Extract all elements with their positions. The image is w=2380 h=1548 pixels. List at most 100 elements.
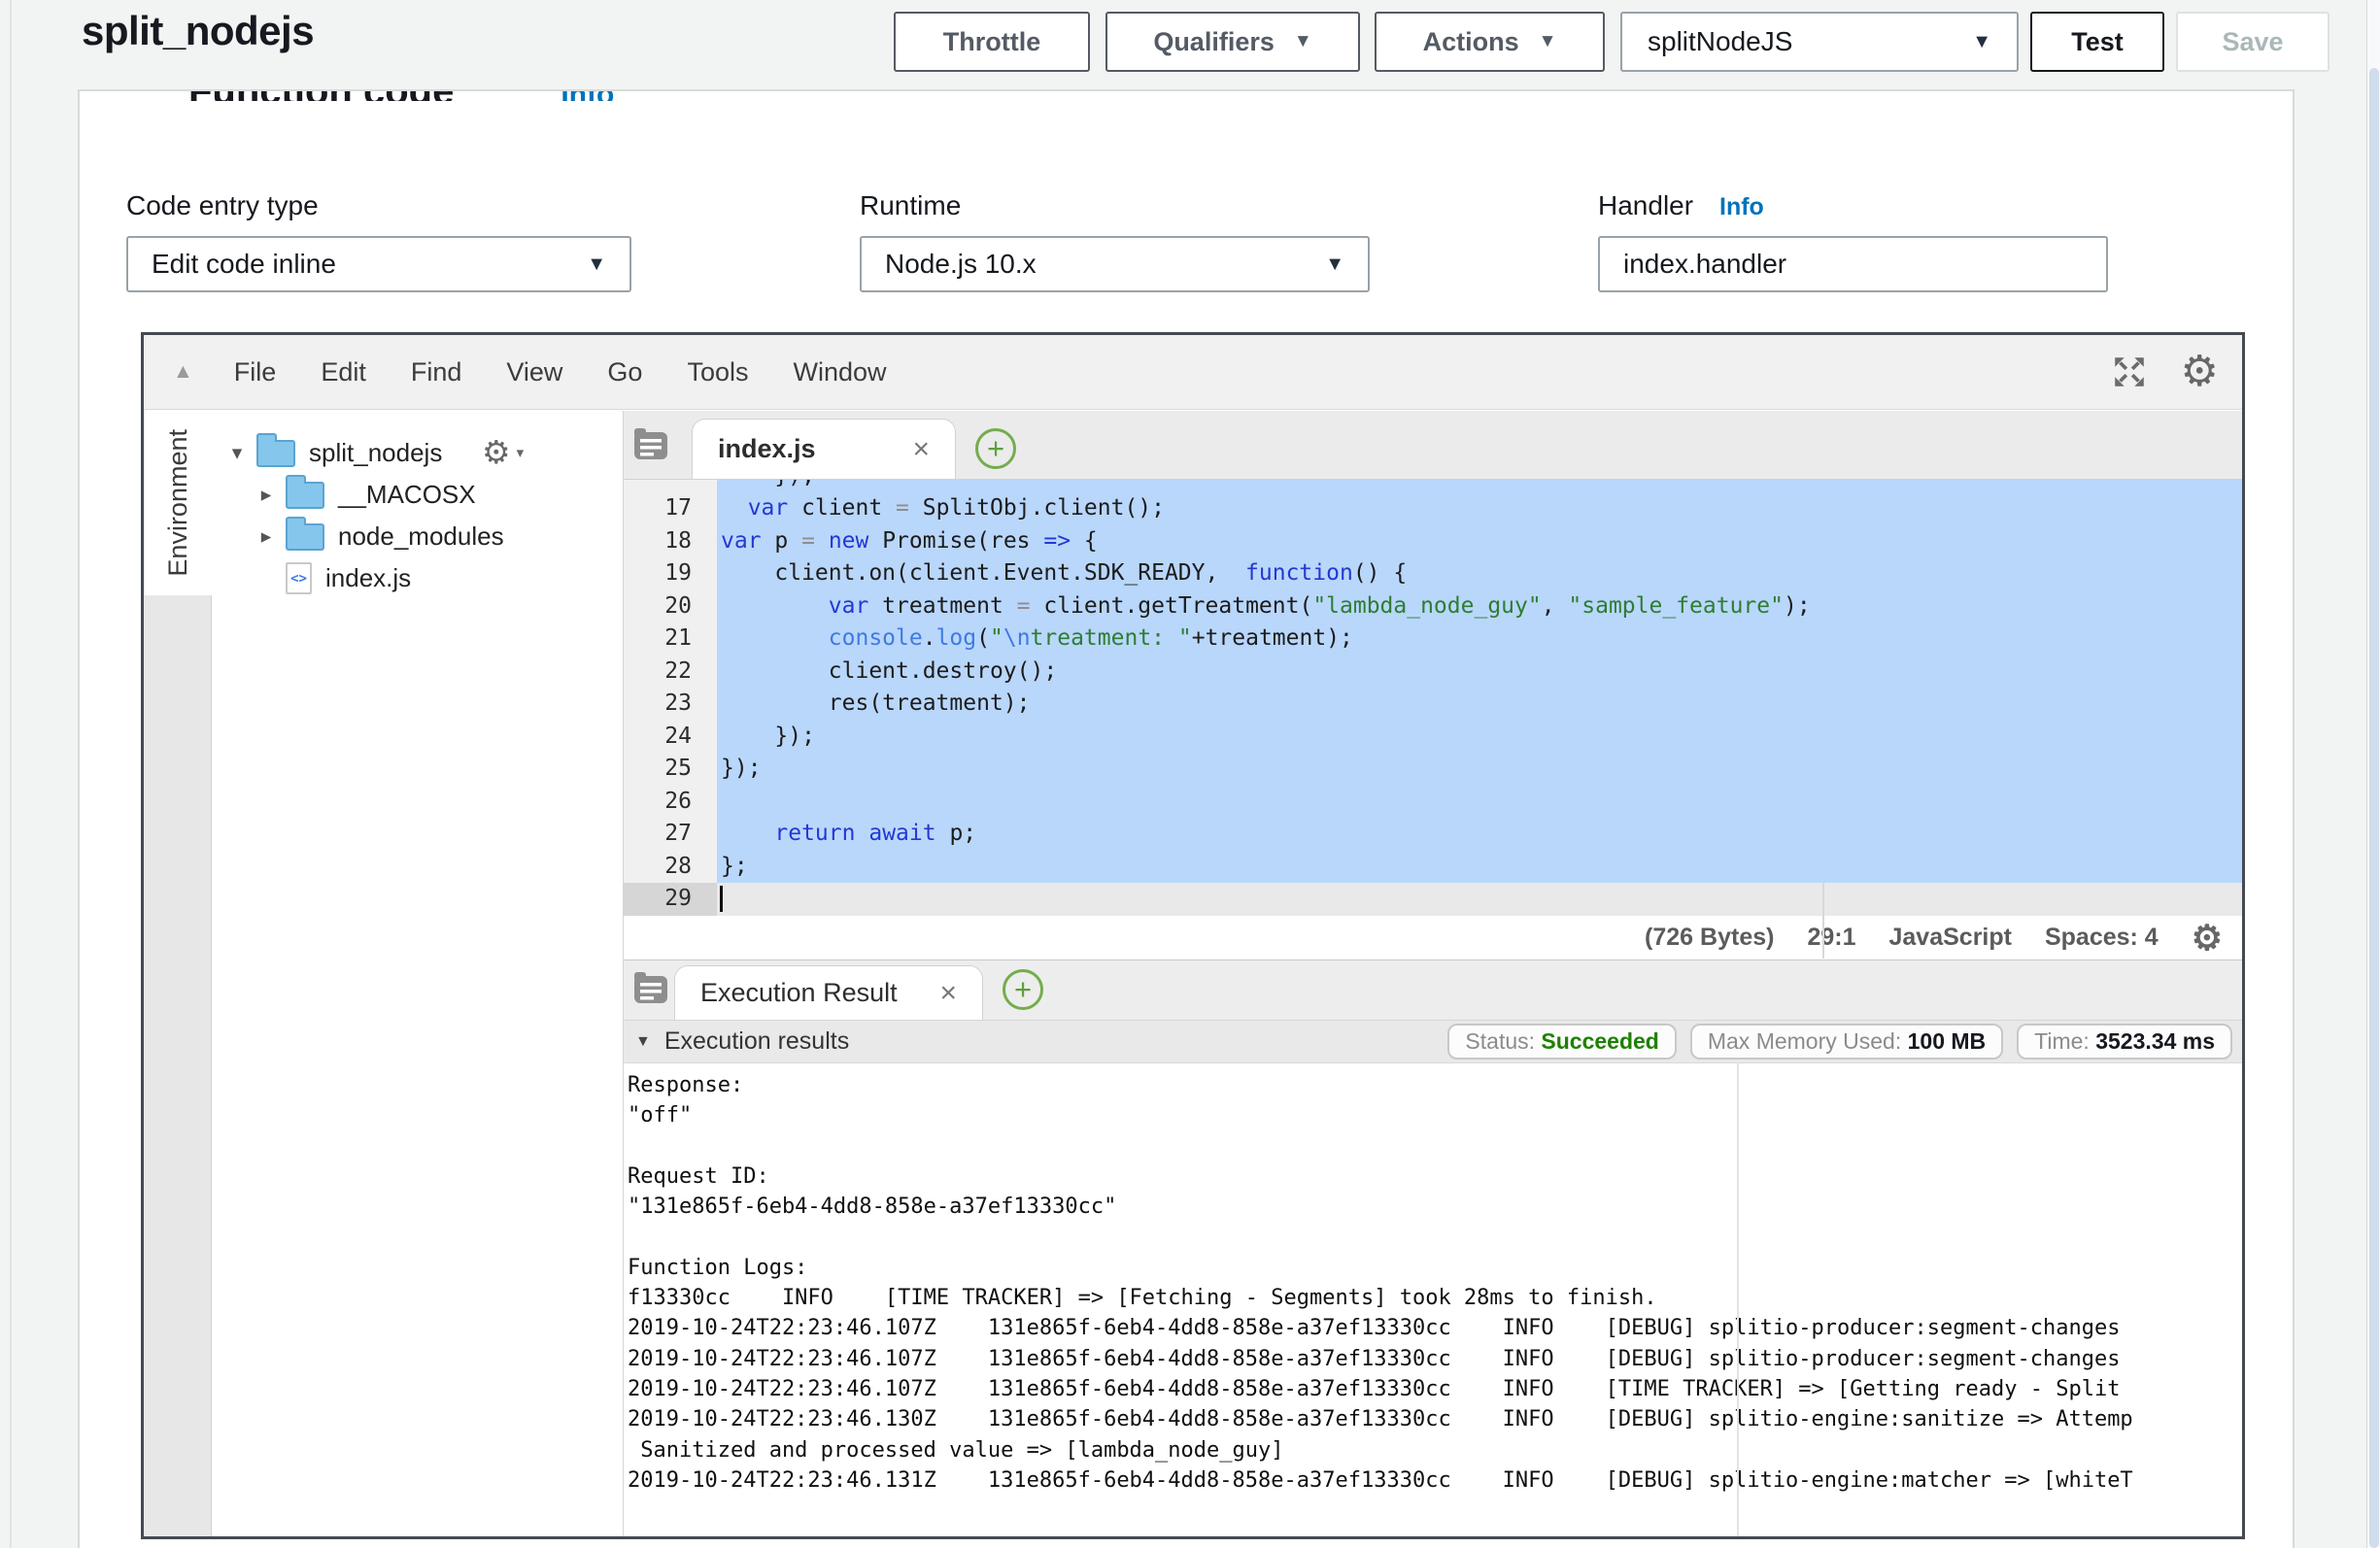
actions-label: Actions [1423, 27, 1519, 57]
code-entry-type-select[interactable]: Edit code inline ▼ [126, 236, 631, 292]
code-line[interactable]: 17 var client = SplitObj.client(); [624, 492, 2242, 525]
handler-info-link[interactable]: Info [1719, 193, 1764, 221]
line-number: 19 [624, 557, 717, 590]
code-line[interactable]: 28}; [624, 851, 2242, 884]
code-line-text: var p = new Promise(res => { [717, 525, 2242, 558]
tree-item--macosx[interactable]: ▸ __MACOSX [212, 474, 623, 516]
disclosure-triangle-icon[interactable]: ▼ [635, 1033, 651, 1051]
code-line-text [717, 786, 2242, 819]
test-button[interactable]: Test [2030, 12, 2164, 72]
environment-label: Environment [163, 429, 193, 577]
actions-button[interactable]: Actions ▼ [1375, 12, 1605, 72]
tab-execution-result-label: Execution Result [700, 978, 898, 1008]
code-line[interactable]: 26 [624, 786, 2242, 819]
code-line[interactable]: 18var p = new Promise(res => { [624, 525, 2242, 558]
log-line: f13330cc INFO [TIME TRACKER] => [Fetchin… [628, 1283, 2242, 1313]
gear-icon: ⚙ [482, 436, 511, 468]
log-line: Request ID: [628, 1161, 2242, 1192]
code-line[interactable]: 22 client.destroy(); [624, 656, 2242, 689]
execution-tabbar: Execution Result × + [624, 959, 2242, 1021]
scrollbar-thumb[interactable] [2369, 68, 2379, 1548]
new-tab-button[interactable]: + [1003, 969, 1043, 1010]
log-line [628, 1131, 2242, 1161]
log-line: "off" [628, 1100, 2242, 1130]
code-line[interactable]: }); [624, 480, 2242, 492]
language-mode[interactable]: JavaScript [1889, 924, 2012, 952]
qualifiers-button[interactable]: Qualifiers ▼ [1105, 12, 1360, 72]
tree-item-split-nodejs[interactable]: ▾split_nodejs⚙▾ [212, 432, 623, 474]
code-line[interactable]: 19 client.on(client.Event.SDK_READY, fun… [624, 557, 2242, 590]
code-line-text: }; [717, 851, 2242, 884]
chevron-right-icon[interactable]: ▸ [253, 524, 280, 549]
handler-value: index.handler [1623, 249, 1786, 280]
test-event-value: splitNodeJS [1648, 26, 1792, 57]
throttle-button[interactable]: Throttle [894, 12, 1090, 72]
code-line-text: console.log("\ntreatment: "+treatment); [717, 623, 2242, 656]
tab-list-icon[interactable] [631, 968, 670, 1007]
line-number: 17 [624, 492, 717, 525]
editor-settings-gear-icon[interactable]: ⚙ [2181, 351, 2219, 393]
chevron-down-icon: ▼ [1294, 31, 1312, 52]
menu-item-tools[interactable]: Tools [687, 357, 748, 387]
file-tree: ▾split_nodejs⚙▾▸__MACOSX▸node_modulesind… [212, 411, 624, 1536]
folder-icon [256, 440, 295, 467]
code-line[interactable]: 27 return await p; [624, 818, 2242, 851]
menu-item-edit[interactable]: Edit [321, 357, 366, 387]
code-line[interactable]: 20 var treatment = client.getTreatment("… [624, 590, 2242, 623]
chevron-right-icon[interactable]: ▸ [253, 483, 280, 507]
runtime-select[interactable]: Node.js 10.x ▼ [860, 236, 1370, 292]
code-line[interactable]: 24 }); [624, 721, 2242, 754]
tree-settings-gear-icon[interactable]: ⚙▾ [482, 436, 524, 468]
plus-icon: + [987, 431, 1004, 466]
menu-item-view[interactable]: View [506, 357, 562, 387]
environment-tab[interactable]: Environment [144, 411, 213, 595]
close-icon[interactable]: × [912, 433, 930, 466]
line-number [624, 480, 717, 492]
menu-item-find[interactable]: Find [411, 357, 462, 387]
page-scrollbar[interactable] [2366, 0, 2380, 1548]
chevron-down-icon: ▾ [517, 444, 525, 461]
statusbar-gear-icon[interactable]: ⚙ [2192, 921, 2223, 956]
code-entry-type-label: Code entry type [126, 190, 319, 221]
tree-item-index-js[interactable]: index.js [212, 557, 623, 599]
spaces-setting[interactable]: Spaces: 4 [2045, 924, 2159, 952]
menu-item-go[interactable]: Go [607, 357, 642, 387]
log-line: 2019-10-24T22:23:46.130Z 131e865f-6eb4-4… [628, 1404, 2242, 1434]
line-number: 20 [624, 590, 717, 623]
tab-list-icon[interactable] [631, 424, 670, 463]
code-line[interactable]: 21 console.log("\ntreatment: "+treatment… [624, 623, 2242, 656]
editor-statusbar: (726 Bytes) 29:1 JavaScript Spaces: 4 ⚙ [624, 916, 2242, 959]
test-event-select[interactable]: splitNodeJS ▼ [1620, 12, 2019, 72]
line-number: 23 [624, 688, 717, 721]
collapse-menu-icon[interactable]: ▲ [173, 360, 193, 384]
log-line: Function Logs: [628, 1253, 2242, 1283]
status-badge: Time: 3523.34 ms [2017, 1024, 2232, 1060]
js-file-icon [286, 562, 312, 594]
line-number: 18 [624, 525, 717, 558]
status-badge: Status: Succeeded [1447, 1024, 1676, 1060]
tab-execution-result[interactable]: Execution Result × [674, 965, 983, 1020]
tree-item-label: __MACOSX [338, 480, 476, 510]
editor-main: index.js × + });17 var client = SplitObj… [624, 411, 2242, 1536]
tab-index-js[interactable]: index.js × [692, 419, 956, 479]
log-line: Sanitized and processed value => [lambda… [628, 1435, 2242, 1465]
code-line[interactable]: 25}); [624, 753, 2242, 786]
code-lines: });17 var client = SplitObj.client();18v… [624, 480, 2242, 916]
page-left-edge [10, 0, 12, 1548]
code-line[interactable]: 29 [624, 883, 2242, 916]
execution-log-output[interactable]: Response:"off"Request ID:"131e865f-6eb4-… [624, 1063, 2242, 1536]
folder-icon [286, 482, 324, 509]
menu-item-window[interactable]: Window [793, 357, 886, 387]
page-title: split_nodejs [82, 8, 314, 54]
menu-item-file[interactable]: File [234, 357, 277, 387]
new-tab-button[interactable]: + [975, 428, 1016, 469]
line-number: 26 [624, 786, 717, 819]
chevron-down-icon[interactable]: ▾ [223, 441, 251, 465]
close-icon[interactable]: × [939, 977, 957, 1010]
code-line[interactable]: 23 res(treatment); [624, 688, 2242, 721]
handler-input[interactable]: index.handler [1598, 236, 2108, 292]
plus-icon: + [1014, 972, 1032, 1007]
tree-item-node-modules[interactable]: ▸node_modules [212, 516, 623, 557]
fullscreen-icon[interactable] [2111, 353, 2148, 390]
line-number: 21 [624, 623, 717, 656]
